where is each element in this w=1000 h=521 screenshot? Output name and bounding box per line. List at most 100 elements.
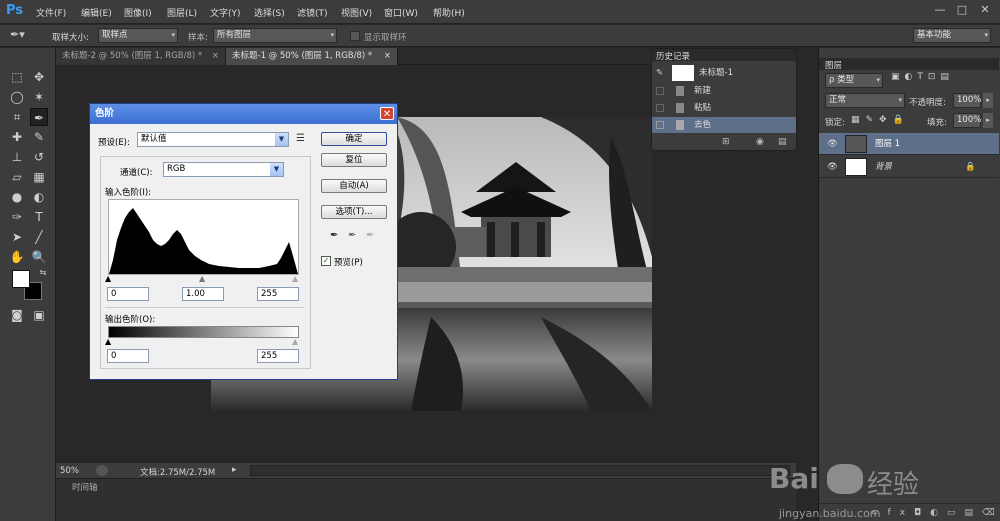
- history-checkbox[interactable]: [656, 121, 664, 129]
- layer-filter-icons[interactable]: ▣◐T⊡▤: [891, 72, 954, 82]
- history-checkbox[interactable]: [656, 104, 664, 112]
- history-doc-icon: [676, 120, 684, 130]
- layer-row-background[interactable]: 👁 背景 🔒: [819, 156, 999, 178]
- eyedropper-tool-icon[interactable]: ✒: [30, 108, 48, 126]
- menu-file[interactable]: 文件(F): [36, 6, 66, 19]
- workspace-select[interactable]: 基本功能 ▾: [913, 28, 991, 43]
- output-white-slider[interactable]: ▲: [292, 337, 298, 346]
- fill-input[interactable]: 100%: [953, 113, 981, 128]
- trash-icon[interactable]: ▤: [778, 137, 787, 147]
- history-checkbox[interactable]: [656, 87, 664, 95]
- eye-icon[interactable]: 👁: [827, 133, 838, 155]
- status-info-icon[interactable]: [96, 465, 108, 476]
- magic-wand-icon[interactable]: ✶: [30, 88, 48, 106]
- swap-colors-icon[interactable]: ⇆: [34, 264, 52, 282]
- path-selection-icon[interactable]: ➤: [8, 228, 26, 246]
- status-menu-arrow-icon[interactable]: ▸: [232, 465, 237, 475]
- menu-filter[interactable]: 滤镜(T): [297, 6, 328, 19]
- close-tab-icon[interactable]: ×: [212, 48, 219, 65]
- opacity-input[interactable]: 100%: [953, 93, 981, 108]
- timeline-tab[interactable]: 时间轴: [72, 481, 98, 493]
- menu-layer[interactable]: 图层(L): [167, 6, 197, 19]
- marquee-tool-icon[interactable]: ⬚: [8, 68, 26, 86]
- zoom-level[interactable]: 50%: [60, 466, 79, 476]
- hand-tool-icon[interactable]: ✋: [8, 248, 26, 266]
- input-gamma-field[interactable]: 1.00: [182, 287, 224, 301]
- options-button[interactable]: 选项(T)...: [321, 205, 387, 219]
- layer-kind-filter[interactable]: ρ 类型 ▾: [825, 73, 883, 88]
- brush-tool-icon[interactable]: ✎: [30, 128, 48, 146]
- auto-button[interactable]: 自动(A): [321, 179, 387, 193]
- opacity-dropdown-icon[interactable]: ▸: [983, 93, 993, 108]
- channel-select[interactable]: RGB ▼: [163, 162, 284, 177]
- history-item-label: 去色: [694, 120, 712, 130]
- menu-help[interactable]: 帮助(H): [433, 6, 465, 19]
- menu-edit[interactable]: 编辑(E): [81, 6, 112, 19]
- white-eyedropper-icon[interactable]: ✒: [366, 230, 374, 241]
- eyedropper-tool-preset-icon[interactable]: ✒▾: [10, 28, 34, 43]
- close-tab-icon[interactable]: ×: [384, 48, 391, 65]
- horizontal-scrollbar[interactable]: [250, 465, 790, 476]
- maximize-button[interactable]: □: [951, 3, 973, 17]
- line-tool-icon[interactable]: ╱: [30, 228, 48, 246]
- crop-tool-icon[interactable]: ⌗: [8, 108, 26, 126]
- eraser-tool-icon[interactable]: ▱: [8, 168, 26, 186]
- output-black-field[interactable]: 0: [107, 349, 149, 363]
- menu-image[interactable]: 图像(I): [124, 6, 152, 19]
- history-item-new[interactable]: 新建: [652, 83, 796, 99]
- lasso-tool-icon[interactable]: ◯: [8, 88, 26, 106]
- menu-window[interactable]: 窗口(W): [384, 6, 418, 19]
- gradient-tool-icon[interactable]: ▦: [30, 168, 48, 186]
- preview-checkbox[interactable]: ✓: [321, 256, 331, 266]
- show-ring-checkbox[interactable]: [350, 31, 360, 41]
- chevron-down-icon: ▼: [275, 133, 288, 146]
- screen-mode-icon[interactable]: ▣: [30, 306, 48, 324]
- clone-stamp-icon[interactable]: ⊥: [8, 148, 26, 166]
- foreground-color-swatch[interactable]: [12, 270, 30, 288]
- sample-size-select[interactable]: 取样点 ▾: [98, 28, 178, 43]
- fill-dropdown-icon[interactable]: ▸: [983, 113, 993, 128]
- camera-snapshot-icon[interactable]: ◉: [756, 137, 764, 147]
- output-white-field[interactable]: 255: [257, 349, 299, 363]
- input-white-field[interactable]: 255: [257, 287, 299, 301]
- type-tool-icon[interactable]: T: [30, 208, 48, 226]
- sample-select[interactable]: 所有图层 ▾: [213, 28, 337, 43]
- minimize-button[interactable]: —: [929, 3, 951, 17]
- history-panel-header: 历史记录: [652, 49, 796, 62]
- input-black-field[interactable]: 0: [107, 287, 149, 301]
- tab-untitled-1[interactable]: 未标题-1 @ 50% (图层 1, RGB/8) * ×: [226, 48, 398, 65]
- new-document-from-state-icon[interactable]: ⊞: [722, 137, 730, 147]
- pen-tool-icon[interactable]: ✑: [8, 208, 26, 226]
- blur-tool-icon[interactable]: ●: [8, 188, 26, 206]
- history-panel-title[interactable]: 历史记录: [656, 50, 690, 62]
- history-snapshot[interactable]: ✎ 未标题-1: [652, 62, 796, 84]
- lock-icons[interactable]: ▦✎✥🔒: [851, 115, 910, 125]
- ok-button[interactable]: 确定: [321, 132, 387, 146]
- close-icon[interactable]: ✕: [380, 107, 394, 120]
- preset-options-icon[interactable]: ☰: [296, 133, 305, 144]
- tab-untitled-2[interactable]: 未标题-2 @ 50% (图层 1, RGB/8) * ×: [56, 48, 226, 65]
- black-eyedropper-icon[interactable]: ✒: [330, 230, 338, 241]
- menu-type[interactable]: 文字(Y): [210, 6, 241, 19]
- preset-select[interactable]: 默认值 ▼: [137, 132, 289, 147]
- menu-view[interactable]: 视图(V): [341, 6, 372, 19]
- reset-button[interactable]: 复位: [321, 153, 387, 167]
- blend-mode-select[interactable]: 正常 ▾: [825, 93, 905, 108]
- gray-eyedropper-icon[interactable]: ✒: [348, 230, 356, 241]
- gamma-slider[interactable]: ▲: [199, 274, 205, 283]
- output-black-slider[interactable]: ▲: [105, 337, 111, 346]
- move-tool-icon[interactable]: ✥: [30, 68, 48, 86]
- quick-mask-icon[interactable]: ◙: [8, 306, 26, 324]
- history-item-paste[interactable]: 粘贴: [652, 100, 796, 116]
- close-window-button[interactable]: ✕: [974, 3, 996, 17]
- history-item-desaturate[interactable]: 去色: [652, 117, 796, 133]
- white-point-slider[interactable]: ▲: [292, 274, 298, 283]
- dodge-tool-icon[interactable]: ◐: [30, 188, 48, 206]
- menu-select[interactable]: 选择(S): [254, 6, 285, 19]
- history-brush-icon[interactable]: ↺: [30, 148, 48, 166]
- layer-row-1[interactable]: 👁 图层 1: [819, 133, 999, 155]
- healing-brush-icon[interactable]: ✚: [8, 128, 26, 146]
- black-point-slider[interactable]: ▲: [105, 274, 111, 283]
- eye-icon[interactable]: 👁: [827, 156, 838, 178]
- layers-tab[interactable]: 图层: [825, 59, 842, 71]
